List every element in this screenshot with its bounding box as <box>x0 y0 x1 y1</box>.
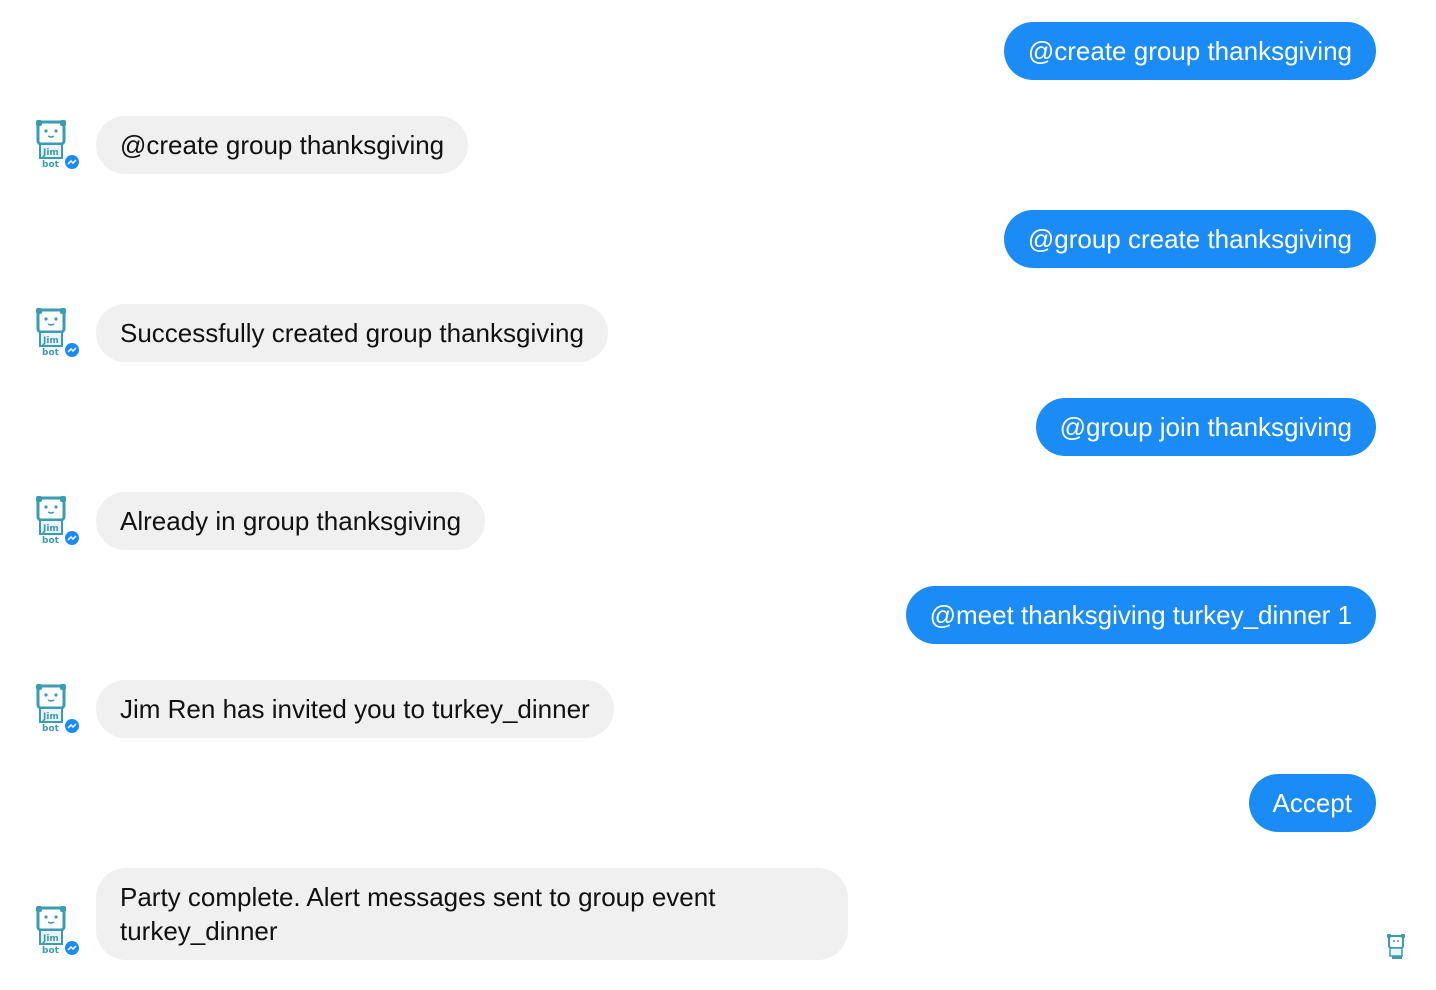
svg-text:Jim: Jim <box>42 336 59 346</box>
message-text: Jim Ren has invited you to turkey_dinner <box>120 694 590 724</box>
svg-text:Jim: Jim <box>42 712 59 722</box>
message-text: @create group thanksgiving <box>1027 36 1352 66</box>
message-text: Accept <box>1272 788 1353 818</box>
message-text: @group join thanksgiving <box>1059 412 1352 442</box>
message-text: @meet thanksgiving turkey_dinner 1 <box>929 600 1352 630</box>
incoming-message[interactable]: @create group thanksgiving <box>96 116 469 174</box>
svg-text:bot: bot <box>42 724 60 734</box>
svg-text:bot: bot <box>42 946 60 956</box>
jimbot-robot-icon[interactable]: Jim bot <box>34 906 82 956</box>
outgoing-message[interactable]: @meet thanksgiving turkey_dinner 1 <box>905 586 1376 644</box>
jimbot-robot-icon[interactable]: Jim bot <box>34 496 82 546</box>
jimbot-robot-icon[interactable]: Jim bot <box>34 120 82 170</box>
jimbot-robot-icon[interactable]: Jim bot <box>34 684 82 734</box>
message-text: @create group thanksgiving <box>120 130 445 160</box>
outgoing-message[interactable]: @create group thanksgiving <box>1003 22 1376 80</box>
outgoing-message[interactable]: @group join thanksgiving <box>1035 398 1376 456</box>
svg-text:bot: bot <box>42 536 60 546</box>
svg-text:Jim: Jim <box>42 524 59 534</box>
seen-avatar-icon <box>1387 934 1405 959</box>
message-text: @group create thanksgiving <box>1027 224 1352 254</box>
incoming-message[interactable]: Successfully created group thanksgiving <box>96 304 608 362</box>
outgoing-message[interactable]: @group create thanksgiving <box>1003 210 1376 268</box>
svg-text:Jim: Jim <box>42 934 59 944</box>
message-text: Party complete. Alert messages sent to g… <box>120 882 716 946</box>
outgoing-message[interactable]: Accept <box>1248 774 1376 832</box>
incoming-message[interactable]: Jim Ren has invited you to turkey_dinner <box>96 680 614 738</box>
incoming-message[interactable]: Party complete. Alert messages sent to g… <box>96 868 848 960</box>
svg-text:bot: bot <box>42 348 60 358</box>
message-text: Successfully created group thanksgiving <box>120 318 584 348</box>
jimbot-robot-icon[interactable]: Jim bot <box>34 308 82 358</box>
svg-text:bot: bot <box>42 160 60 170</box>
svg-text:Jim: Jim <box>42 148 59 158</box>
incoming-message[interactable]: Already in group thanksgiving <box>96 492 486 550</box>
message-text: Already in group thanksgiving <box>120 506 462 536</box>
